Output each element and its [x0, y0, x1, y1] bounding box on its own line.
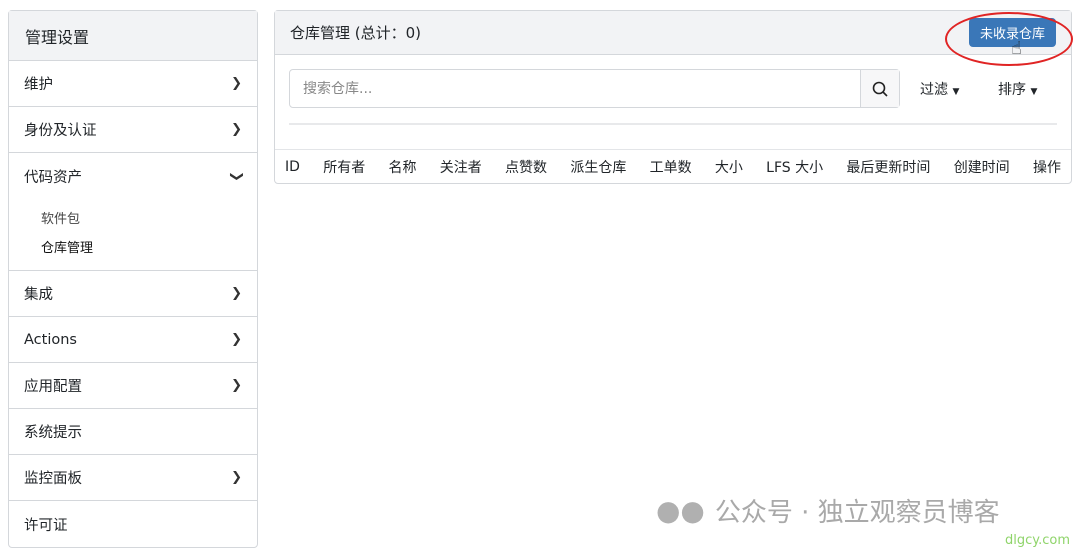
sidebar-item-identity[interactable]: 身份及认证 ❯ [9, 107, 257, 153]
column-header[interactable]: 工单数 [650, 157, 692, 177]
column-header[interactable]: 派生仓库 [570, 157, 626, 177]
column-header[interactable]: 创建时间 [954, 157, 1010, 177]
admin-sidebar: 管理设置 维护 ❯ 身份及认证 ❯ 代码资产 ❯ 软件包 仓库管理 集成 ❯ Actio… [8, 10, 258, 548]
column-header[interactable]: 点赞数 [505, 157, 547, 177]
chevron-right-icon: ❯ [231, 470, 242, 485]
watermark-text: 公众号 · 独立观察员博客 [714, 498, 1000, 528]
chevron-right-icon: ❯ [231, 378, 242, 393]
caret-down-icon: ▼ [1030, 87, 1038, 97]
column-header: 操作 [1032, 160, 1061, 176]
column-header[interactable]: ID [285, 159, 300, 175]
sort-label: 排序 [998, 82, 1026, 98]
label: 许可证 [24, 517, 68, 534]
search-icon [872, 81, 888, 97]
search-button[interactable] [860, 70, 899, 107]
sidebar-item-actions[interactable]: Actions ❯ [9, 317, 257, 363]
filter-label: 过滤 [920, 82, 948, 98]
search-input[interactable] [290, 70, 860, 107]
column-header[interactable]: 关注者 [440, 157, 482, 177]
caret-down-icon: ▼ [952, 87, 960, 97]
sidebar-item-monitor[interactable]: 监控面板 ❯ [9, 455, 257, 501]
label: 代码资产 [24, 169, 82, 186]
sort-dropdown[interactable]: 排序 ▼ [998, 79, 1037, 99]
label: 维护 [24, 77, 53, 93]
chevron-down-icon: ❯ [229, 170, 245, 182]
column-header[interactable]: 所有者 [323, 157, 365, 177]
sidebar-title: 管理设置 [9, 11, 257, 61]
search-bar [289, 69, 900, 108]
chevron-right-icon: ❯ [231, 332, 242, 347]
wechat-icon: ●● [656, 494, 705, 527]
sidebar-item-notices[interactable]: 系统提示 [9, 409, 257, 455]
sidebar-item-license[interactable]: 许可证 [9, 501, 257, 547]
site-watermark: dlgcy.com [1005, 533, 1070, 548]
sidebar-subitem-packages[interactable]: 软件包 [41, 203, 257, 232]
sidebar-item-code-assets[interactable]: 代码资产 ❯ [9, 153, 257, 199]
label: 系统提示 [24, 425, 82, 441]
divider [289, 123, 1057, 125]
column-header[interactable]: 名称 [388, 157, 416, 177]
hand-cursor-icon: ☝ [1011, 38, 1022, 59]
label: 应用配置 [24, 379, 82, 395]
chevron-right-icon: ❯ [231, 286, 242, 301]
sidebar-item-integrations[interactable]: 集成 ❯ [9, 271, 257, 317]
page-title: 仓库管理 (总计：0) [290, 24, 422, 42]
chevron-right-icon: ❯ [231, 122, 242, 137]
label: 监控面板 [24, 471, 82, 487]
column-header[interactable]: LFS 大小 [766, 157, 823, 177]
column-header[interactable]: 最后更新时间 [846, 157, 930, 177]
column-header[interactable]: 大小 [715, 157, 743, 177]
sidebar-item-maintenance[interactable]: 维护 ❯ [9, 61, 257, 107]
highlight-annotation-circle [945, 12, 1073, 66]
watermark: ●● 公众号 · 独立观察员博客 [656, 492, 1000, 529]
code-assets-submenu: 软件包 仓库管理 [9, 199, 257, 271]
filter-dropdown[interactable]: 过滤 ▼ [920, 79, 959, 99]
sidebar-item-config[interactable]: 应用配置 ❯ [9, 363, 257, 409]
label: 身份及认证 [24, 123, 97, 139]
label: Actions [24, 331, 77, 348]
table-header: ID 所有者 名称 关注者 点赞数 派生仓库 工单数 大小 LFS 大小 最后更… [275, 149, 1071, 184]
label: 集成 [24, 287, 53, 303]
sidebar-subitem-repos[interactable]: 仓库管理 [41, 232, 257, 261]
chevron-right-icon: ❯ [231, 76, 242, 91]
